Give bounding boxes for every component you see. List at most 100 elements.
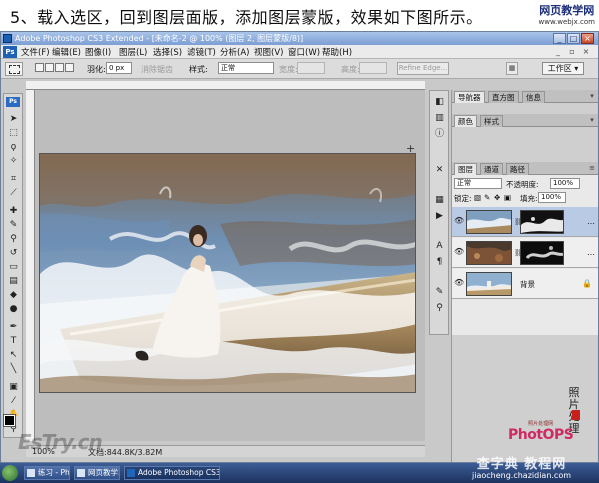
clone-stamp-icon[interactable]: ⚲ bbox=[8, 234, 19, 245]
slice-tool-icon[interactable]: ⟋ bbox=[8, 188, 19, 199]
info-panel-icon[interactable]: ⓘ bbox=[434, 129, 445, 140]
opacity-input[interactable]: 100% bbox=[550, 178, 580, 189]
eraser-tool-icon[interactable]: ▭ bbox=[8, 262, 19, 273]
taskbar-item-photoshop[interactable]: Adobe Photoshop CS3... bbox=[124, 466, 220, 480]
new-selection-icon[interactable] bbox=[35, 63, 44, 72]
tab-layers[interactable]: 图层 bbox=[454, 163, 477, 175]
subtract-selection-icon[interactable] bbox=[55, 63, 64, 72]
panel-group-color: 颜色 样式 ▾ bbox=[452, 114, 598, 127]
collapse-icon[interactable]: ▾ bbox=[588, 92, 596, 100]
blend-mode-select[interactable]: 正常 bbox=[454, 178, 502, 189]
brush-tool-icon[interactable]: ✎ bbox=[8, 220, 19, 231]
crop-tool-icon[interactable]: ⌗ bbox=[8, 174, 19, 185]
eye-icon[interactable]: 👁 bbox=[454, 247, 464, 256]
layer-mask-thumbnail[interactable] bbox=[520, 241, 564, 265]
maximize-button[interactable]: □ bbox=[567, 33, 580, 44]
menu-file[interactable]: 文件(F) bbox=[21, 46, 50, 58]
eye-icon[interactable]: 👁 bbox=[454, 216, 464, 225]
refine-edge-button[interactable]: Refine Edge... bbox=[397, 62, 449, 75]
fill-input[interactable]: 100% bbox=[538, 192, 566, 203]
notes-tool-icon[interactable]: ▣ bbox=[8, 382, 19, 393]
menu-analysis[interactable]: 分析(A) bbox=[220, 46, 249, 58]
move-tool-icon[interactable]: ➤ bbox=[8, 114, 19, 125]
start-button[interactable] bbox=[2, 465, 18, 481]
workspace-menu[interactable]: 工作区 ▾ bbox=[542, 62, 584, 75]
panel-menu-icon[interactable]: ≡ bbox=[588, 164, 596, 172]
taskbar-item-webjx[interactable]: 网页教学... bbox=[74, 466, 120, 480]
actions-panel-icon[interactable]: ▶ bbox=[434, 211, 445, 222]
menu-help[interactable]: 帮助(H) bbox=[322, 46, 352, 58]
close-button[interactable]: × bbox=[581, 33, 594, 44]
tab-channels[interactable]: 通道 bbox=[480, 163, 503, 175]
mask-link-icon[interactable]: ⛓ bbox=[514, 218, 523, 226]
palette-well-icon[interactable]: ▦ bbox=[506, 62, 518, 75]
layer-row-1[interactable]: 👁 ⛓ … bbox=[452, 238, 598, 268]
lasso-tool-icon[interactable]: ϙ bbox=[8, 142, 19, 153]
tab-histogram[interactable]: 直方图 bbox=[488, 91, 519, 103]
lock-all-icon[interactable]: ▣ bbox=[504, 193, 511, 202]
tab-info[interactable]: 信息 bbox=[522, 91, 545, 103]
doc-minimize-button[interactable]: _ bbox=[553, 47, 563, 57]
feather-input[interactable]: 0 px bbox=[106, 62, 132, 74]
foreground-color-swatch[interactable] bbox=[3, 414, 16, 427]
intersect-selection-icon[interactable] bbox=[65, 63, 74, 72]
tab-navigator[interactable]: 导航器 bbox=[454, 91, 485, 103]
image-canvas[interactable] bbox=[39, 153, 416, 393]
marquee-tool-icon[interactable]: ⬚ bbox=[8, 128, 19, 139]
brushes-panel-icon[interactable]: ✎ bbox=[434, 287, 445, 298]
mask-link-icon[interactable]: ⛓ bbox=[514, 249, 523, 257]
menu-window[interactable]: 窗口(W) bbox=[288, 46, 320, 58]
paragraph-panel-icon[interactable]: ¶ bbox=[434, 257, 445, 268]
layer-name[interactable]: 背景 bbox=[520, 279, 535, 290]
collapse-icon[interactable]: ▾ bbox=[588, 116, 596, 124]
antialias-checkbox[interactable]: 消除锯齿 bbox=[141, 64, 173, 75]
histogram-panel-icon[interactable]: ▥ bbox=[434, 113, 445, 124]
navigator-panel-icon[interactable]: ◧ bbox=[434, 97, 445, 108]
height-input[interactable] bbox=[359, 62, 387, 74]
layer-row-2[interactable]: 👁 ⛓ … bbox=[452, 207, 598, 237]
eyedropper-tool-icon[interactable]: ⁄ bbox=[8, 396, 19, 407]
tab-color[interactable]: 颜色 bbox=[454, 115, 477, 127]
minimize-button[interactable]: _ bbox=[553, 33, 566, 44]
blur-tool-icon[interactable]: ◆ bbox=[8, 290, 19, 301]
lock-label: 锁定: bbox=[454, 194, 472, 203]
layer-options-icon[interactable]: … bbox=[587, 248, 595, 257]
layer-options-icon[interactable]: … bbox=[587, 217, 595, 226]
menu-view[interactable]: 视图(V) bbox=[254, 46, 283, 58]
path-selection-icon[interactable]: ↖ bbox=[8, 350, 19, 361]
history-brush-icon[interactable]: ↺ bbox=[8, 248, 19, 259]
menu-select[interactable]: 选择(S) bbox=[153, 46, 182, 58]
add-selection-icon[interactable] bbox=[45, 63, 54, 72]
lock-transparency-icon[interactable]: ▧ bbox=[474, 193, 481, 202]
doc-restore-button[interactable]: ▫ bbox=[567, 47, 577, 57]
panel-group-layers: 图层 通道 路径 ≡ bbox=[452, 162, 598, 175]
tab-paths[interactable]: 路径 bbox=[506, 163, 529, 175]
style-select[interactable]: 正常 bbox=[218, 62, 274, 74]
menu-image[interactable]: 图像(I) bbox=[85, 46, 111, 58]
tab-styles[interactable]: 样式 bbox=[480, 115, 503, 127]
type-tool-icon[interactable]: T bbox=[8, 336, 19, 347]
layer-row-background[interactable]: 👁 背景 🔒 bbox=[452, 269, 598, 299]
opacity-label: 不透明度: bbox=[506, 180, 539, 189]
menu-filter[interactable]: 滤镜(T) bbox=[187, 46, 216, 58]
width-input[interactable] bbox=[297, 62, 325, 74]
tool-presets-icon[interactable]: ✕ bbox=[434, 165, 445, 176]
gradient-tool-icon[interactable]: ▤ bbox=[8, 276, 19, 287]
layer-mask-thumbnail[interactable] bbox=[520, 210, 564, 234]
character-panel-icon[interactable]: A bbox=[434, 241, 445, 252]
tool-preset-picker[interactable] bbox=[5, 62, 23, 76]
magic-wand-tool-icon[interactable]: ✧ bbox=[8, 156, 19, 167]
history-panel-icon[interactable]: ▦ bbox=[434, 195, 445, 206]
doc-close-button[interactable]: × bbox=[581, 47, 591, 57]
pen-tool-icon[interactable]: ✒ bbox=[8, 322, 19, 333]
menu-layer[interactable]: 图层(L) bbox=[119, 46, 147, 58]
taskbar-item-practice[interactable]: 练习 - Photoshop bbox=[24, 466, 70, 480]
lock-pixels-icon[interactable]: ✎ bbox=[484, 193, 490, 202]
clone-source-icon[interactable]: ⚲ bbox=[434, 303, 445, 314]
lock-position-icon[interactable]: ✥ bbox=[494, 193, 500, 202]
line-tool-icon[interactable]: ╲ bbox=[8, 364, 19, 375]
dodge-tool-icon[interactable]: ● bbox=[8, 304, 19, 315]
healing-brush-icon[interactable]: ✚ bbox=[8, 206, 19, 217]
menu-edit[interactable]: 编辑(E) bbox=[52, 46, 81, 58]
eye-icon[interactable]: 👁 bbox=[454, 278, 464, 287]
